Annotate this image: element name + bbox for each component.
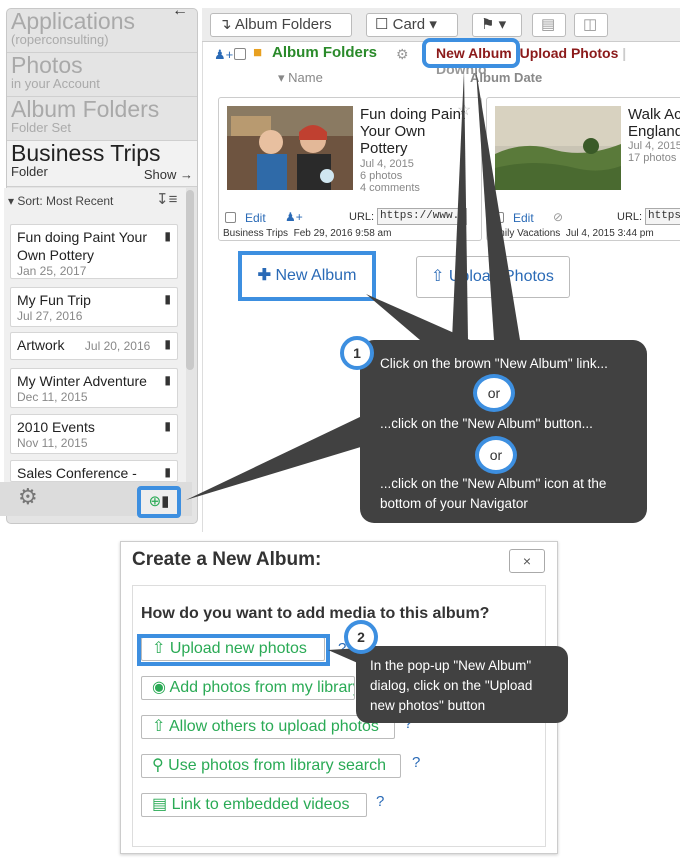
help-icon[interactable]: ?: [376, 793, 384, 810]
help-icon[interactable]: ?: [412, 754, 420, 771]
option-label: Add photos from my library: [169, 679, 355, 696]
dialog-question: How do you want to add media to this alb…: [141, 605, 490, 622]
step-1-badge: 1: [340, 336, 374, 370]
option-label: Use photos from library search: [168, 757, 387, 774]
add-from-library-button[interactable]: ◉ Add photos from my library: [141, 676, 355, 700]
library-search-button[interactable]: ⚲ Use photos from library search: [141, 754, 401, 778]
tip-line-3: ...click on the "New Album" icon at the: [380, 476, 607, 491]
option-label: Allow others to upload photos: [168, 718, 379, 735]
camera-icon: ◉: [152, 679, 166, 696]
allow-others-upload-button[interactable]: ⇧ Allow others to upload photos: [141, 715, 395, 739]
embedded-videos-button[interactable]: ▤ Link to embedded videos: [141, 793, 367, 817]
upload-icon: ⇧: [152, 718, 166, 735]
dialog-title: Create a New Album:: [132, 549, 322, 570]
search-icon: ⚲: [152, 757, 164, 774]
upload-highlight: [137, 634, 330, 666]
tip-line-2: ...click on the "New Album" button...: [380, 416, 593, 431]
or-bubble: or: [473, 374, 515, 412]
option-label: Link to embedded videos: [171, 796, 350, 813]
tip-line-4: bottom of your Navigator: [380, 496, 528, 511]
instruction-tooltip-2: In the pop-up "New Album" dialog, click …: [356, 646, 568, 723]
film-icon: ▤: [152, 796, 168, 813]
tip-line-1: Click on the brown "New Album" link...: [380, 356, 608, 371]
close-button[interactable]: ×: [509, 549, 545, 573]
instruction-tooltip: Click on the brown "New Album" link... .…: [360, 340, 647, 523]
step-2-badge: 2: [344, 620, 378, 654]
or-bubble: or: [475, 436, 517, 474]
